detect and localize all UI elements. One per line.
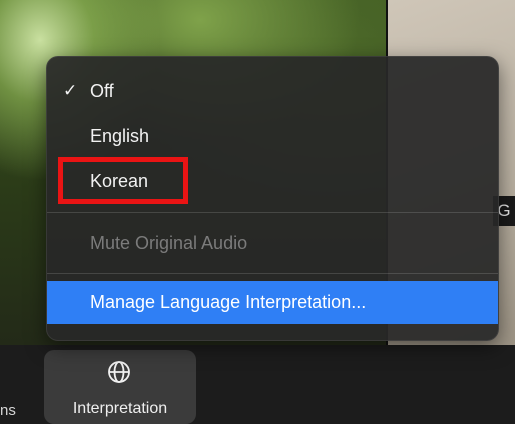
toolbar-partial-label[interactable]: ns [0, 402, 16, 419]
globe-icon [108, 361, 130, 383]
interpretation-button[interactable]: Interpretation [44, 350, 196, 424]
menu-item-label: Mute Original Audio [90, 233, 248, 253]
checkmark-icon: ✓ [63, 81, 78, 100]
menu-item-mute-original-audio: Mute Original Audio [47, 224, 498, 262]
menu-item-label: Manage Language Interpretation... [90, 292, 367, 312]
menu-item-label: Off [90, 81, 114, 101]
menu-item-english[interactable]: English [47, 117, 498, 155]
menu-item-off[interactable]: ✓ Off [47, 72, 498, 110]
interpretation-label: Interpretation [72, 400, 168, 417]
annotation-highlight-box [58, 157, 188, 204]
menu-separator [47, 212, 498, 213]
menu-item-label: English [90, 126, 150, 146]
menu-separator [47, 273, 498, 274]
menu-item-manage-language-interpretation[interactable]: Manage Language Interpretation... [47, 281, 498, 324]
